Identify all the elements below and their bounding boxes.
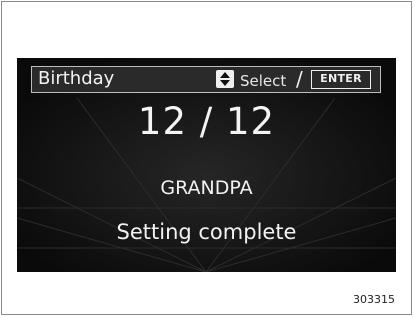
display-screen: Birthday Select / ENTER 12 / 12 GRANDPA …	[17, 58, 396, 272]
enter-key-label: ENTER	[311, 70, 371, 89]
separator-slash: /	[296, 67, 303, 91]
status-message: Setting complete	[116, 220, 297, 244]
header-bar: Birthday Select / ENTER	[31, 66, 381, 93]
up-down-arrows-icon	[216, 70, 234, 88]
select-label: Select	[240, 72, 287, 90]
header-title: Birthday	[38, 68, 115, 89]
contact-name: GRANDPA	[160, 177, 253, 199]
figure-id: 303315	[353, 293, 395, 306]
birthday-date: 12 / 12	[137, 100, 276, 143]
